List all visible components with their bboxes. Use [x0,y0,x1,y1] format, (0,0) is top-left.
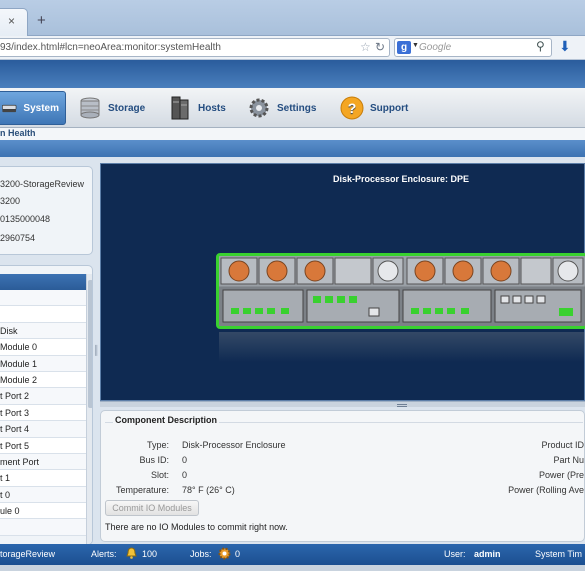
app-header-band [0,60,585,88]
tree-item[interactable]: t Port 3 [0,404,86,422]
menu-support[interactable]: ? Support [334,91,414,125]
jobs-label[interactable]: Jobs: [190,549,212,559]
tree-item[interactable]: t Port 2 [0,388,86,405]
menu-label-hosts: Hosts [198,102,226,114]
tree-item[interactable]: t Port 4 [0,421,86,438]
menu-label-system: System [23,102,59,114]
component-description-panel: Component Description Type: Disk-Process… [100,410,585,542]
alerts-count[interactable]: 100 [142,549,157,559]
tree-item[interactable]: Module 1 [0,355,86,372]
main-menu: System Storage Hosts Settings ? Support [0,88,585,128]
search-input[interactable]: Google [419,42,451,53]
status-bar: torageReview Alerts: 100 Jobs: 0 User: a… [0,544,585,565]
jobs-icon[interactable] [218,547,231,562]
system-time-label: System Tim [535,549,583,559]
tree-item[interactable] [0,290,86,307]
system-serial: 0135000048 [0,214,51,224]
tab-close-icon[interactable]: × [8,15,15,27]
temperature-label: Temperature: [115,485,169,495]
component-tree-panel: Disk Module 0 Module 1 Module 2t Port 2t… [0,265,93,545]
menu-system[interactable]: System [0,91,66,125]
url-bar[interactable]: 93/index.html#lcn=neoArea:monitor:system… [0,38,390,57]
hosts-icon [171,96,189,120]
menu-hosts[interactable]: Hosts [162,91,232,125]
enclosure-reflection [219,332,585,362]
browser-tabstrip: × + [0,0,585,36]
tree-item[interactable]: t 1 [0,470,86,487]
breadcrumb-bar: n Health [0,128,585,140]
product-id-label: Product ID [541,440,584,450]
system-icon [2,104,17,113]
splitter-grip-icon[interactable] [397,404,407,407]
system-model: 3200 [0,196,21,206]
bus-id-value: 0 [182,455,188,465]
browser-navbar: 93/index.html#lcn=neoArea:monitor:system… [0,36,585,60]
system-software: 2960754 [0,233,36,243]
system-name: 3200-StorageReview [0,179,85,189]
tree-item[interactable]: Module 2 [0,371,86,389]
viewer-title: Disk-Processor Enclosure: DPE [333,174,470,184]
power-present-label: Power (Pre [538,470,584,480]
toolbar-strip [0,140,585,157]
part-number-label: Part Nu [553,455,584,465]
tree-item[interactable]: Disk [0,322,86,340]
component-description-title: Component Description [113,415,220,425]
fan-modules [220,257,584,285]
search-bar[interactable]: g ▼ Google ⚲ [394,38,552,57]
menu-label-storage: Storage [108,102,146,114]
bookmark-star-icon[interactable]: ☆ [360,40,371,54]
download-icon[interactable]: ⬇ [559,38,571,55]
status-system-name[interactable]: torageReview [0,549,55,559]
search-icon[interactable]: ⚲ [536,39,545,53]
new-tab-icon[interactable]: + [37,13,46,28]
viewer-splitter[interactable] [100,401,585,407]
commit-note: There are no IO Modules to commit right … [105,522,288,532]
bus-id-label: Bus ID: [139,455,169,465]
tree-scrollbar[interactable] [86,274,92,544]
menu-storage[interactable]: Storage [72,91,151,125]
dpe-enclosure[interactable] [216,253,585,329]
tree-item[interactable]: t Port 5 [0,437,86,454]
svg-text:?: ? [348,100,357,116]
reload-icon[interactable]: ↻ [375,40,385,54]
system-info-panel: 3200-StorageReview 3200 0135000048 29607… [0,166,93,255]
tree-item[interactable]: ment Port [0,453,86,471]
splitter-handle[interactable]: ║ [93,345,99,355]
tree-item[interactable] [0,306,86,323]
url-text[interactable]: 93/index.html#lcn=neoArea:monitor:system… [0,42,221,53]
power-rolling-average-label: Power (Rolling Ave [508,485,584,495]
browser-tab[interactable]: × [0,8,28,36]
component-tree: Disk Module 0 Module 1 Module 2t Port 2t… [0,290,86,536]
user-name[interactable]: admin [474,549,501,559]
type-label: Type: [146,440,169,450]
temperature-value: 78° F (26° C) [182,485,235,495]
tree-header [0,274,86,290]
jobs-count[interactable]: 0 [235,549,240,559]
enclosure-viewer: Disk-Processor Enclosure: DPE [100,163,585,401]
breadcrumb[interactable]: n Health [0,128,36,138]
settings-icon [249,98,269,118]
alert-bell-icon[interactable] [125,547,138,562]
menu-label-settings: Settings [277,102,317,114]
chevron-down-icon[interactable]: ▼ [412,42,419,49]
tree-item[interactable]: t 0 [0,486,86,504]
search-engine-icon[interactable]: g [397,41,411,54]
tree-item[interactable]: ule 0 [0,503,86,520]
tree-scroll-thumb[interactable] [88,280,92,408]
menu-settings[interactable]: Settings [241,91,322,125]
user-label: User: [444,549,466,559]
alerts-label[interactable]: Alerts: [91,549,117,559]
support-icon: ? [340,96,364,120]
commit-io-modules-button[interactable]: Commit IO Modules [105,500,199,516]
menu-label-support: Support [370,102,409,114]
type-value: Disk-Processor Enclosure [182,440,286,450]
slot-value: 0 [182,470,188,480]
tree-item[interactable]: Module 0 [0,339,86,356]
slot-label: Slot: [150,470,169,480]
window-bottom-edge [0,565,585,571]
storage-icon [80,97,100,119]
enclosure-graphic [219,256,585,326]
tree-item[interactable] [0,519,86,536]
